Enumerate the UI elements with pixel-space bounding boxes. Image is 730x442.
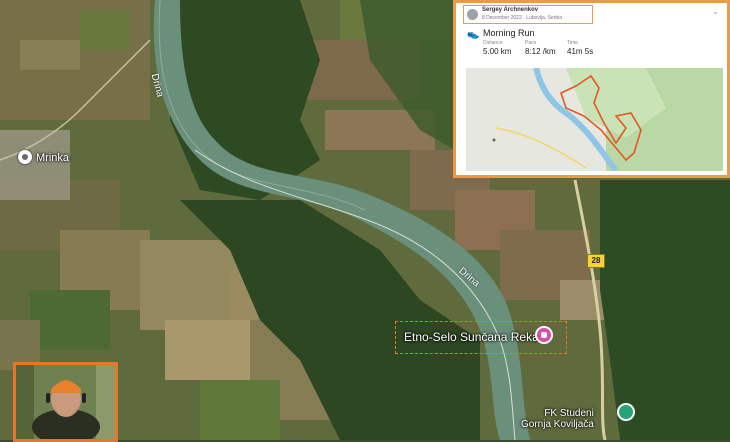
stat-label: Time: [567, 40, 578, 46]
route-map: [466, 68, 723, 171]
poi-label: Etno-Selo Sunčana Reka: [404, 330, 539, 344]
activity-card[interactable]: Sergey Archnenkov 8 December 2022 · Lubo…: [453, 0, 730, 178]
poi-pin-icon[interactable]: [535, 326, 553, 344]
athlete-name: Sergey Archnenkov: [482, 7, 539, 13]
stat-value: 5.00 km: [483, 47, 512, 56]
avatar: [467, 9, 478, 20]
athlete-header[interactable]: Sergey Archnenkov 8 December 2022 · Lubo…: [463, 5, 593, 24]
stat-label: Distance: [483, 40, 503, 46]
place-marker-icon[interactable]: [18, 150, 32, 164]
sports-pin-icon[interactable]: [617, 403, 635, 421]
person-photo-image: [16, 365, 115, 439]
place-label: Mrinka: [36, 152, 70, 164]
stat-value: 41m 5s: [567, 47, 594, 56]
activity-title: Morning Run: [483, 28, 535, 38]
stat-distance: Distance 5.00 km: [483, 40, 511, 56]
person-photo: [13, 362, 118, 442]
stat-time: Time 41m 5s: [567, 40, 593, 56]
stat-pace: Pace 8:12 /km: [525, 40, 556, 56]
road-number-badge: 28: [587, 254, 605, 268]
route-minimap[interactable]: [466, 68, 723, 171]
activity-stats: Distance 5.00 km Pace 8:12 /km Time 41m …: [483, 40, 703, 60]
fk-label: FK Studeni Gornja Koviljača: [521, 408, 594, 430]
chevron-down-icon[interactable]: ⌄: [712, 7, 719, 16]
stat-value: 8:12 /km: [525, 47, 556, 56]
activity-meta: 8 December 2022 · Lubovija, Serbia: [482, 15, 563, 21]
stat-label: Pace: [525, 40, 537, 46]
run-shoe-icon: 👟: [467, 29, 480, 40]
